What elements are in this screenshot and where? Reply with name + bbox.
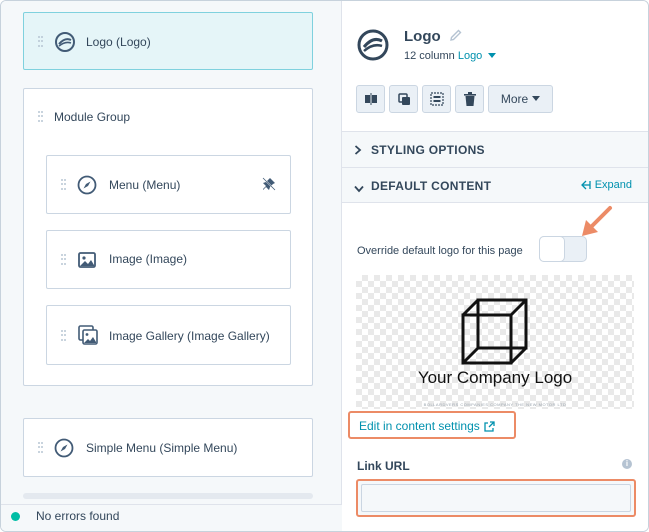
logo-tagline-text: BOLLARDVERS COMPANIES COMPANY THE NEW MO… — [423, 402, 567, 407]
more-menu-button[interactable]: More — [488, 85, 553, 113]
gallery-icon — [77, 324, 99, 346]
annotation-arrow-icon — [582, 206, 612, 236]
logo-preview: Your Company Logo BOLLARDVERS COMPANIES … — [356, 275, 634, 409]
toggle-knob — [539, 236, 565, 262]
module-card-image-gallery[interactable]: Image Gallery (Image Gallery) — [46, 305, 291, 365]
status-ok-icon — [11, 512, 20, 521]
module-subtitle: 12 column Logo — [404, 50, 497, 62]
compass-icon — [54, 438, 74, 458]
default-content-label: DEFAULT CONTENT — [371, 179, 492, 193]
default-content-section[interactable]: DEFAULT CONTENT Expand — [342, 167, 648, 203]
drag-handle-icon[interactable] — [61, 179, 66, 191]
module-card-menu[interactable]: Menu (Menu) — [46, 155, 291, 214]
drag-handle-icon[interactable] — [61, 330, 66, 342]
info-icon[interactable]: i — [622, 459, 632, 469]
editor-window: Logo (Logo) Module Group Menu (Menu) Ima… — [0, 0, 649, 532]
edit-link-label: Edit in content settings — [359, 419, 480, 433]
compass-icon — [77, 175, 97, 195]
status-text: No errors found — [36, 509, 120, 523]
module-card-simple-menu[interactable]: Simple Menu (Simple Menu) — [23, 418, 313, 477]
more-label: More — [500, 92, 529, 106]
module-label-image-gallery: Image Gallery (Image Gallery) — [109, 329, 270, 343]
clone-button[interactable] — [389, 85, 418, 113]
styling-options-label: STYLING OPTIONS — [371, 143, 485, 157]
external-link-icon — [484, 420, 495, 432]
image-icon — [77, 250, 97, 270]
split-column-button[interactable] — [356, 85, 385, 113]
override-logo-label: Override default logo for this page — [357, 245, 523, 257]
status-bar: No errors found — [1, 504, 342, 531]
column-count-text: 12 column — [404, 50, 455, 62]
delete-button[interactable] — [455, 85, 484, 113]
pencil-edit-icon[interactable] — [449, 28, 463, 42]
module-label-image: Image (Image) — [109, 252, 188, 266]
module-group-label: Module Group — [54, 110, 131, 124]
edit-link-highlight: Edit in content settings — [348, 411, 516, 439]
module-label-menu: Menu (Menu) — [109, 178, 181, 192]
module-settings-panel: Logo 12 column Logo More STYLING OPTIONS… — [342, 1, 648, 531]
module-card-image[interactable]: Image (Image) — [46, 230, 291, 289]
override-logo-toggle[interactable] — [539, 236, 587, 262]
module-group[interactable]: Module Group Menu (Menu) Image (Image) I… — [23, 88, 313, 386]
convert-to-global-button[interactable] — [422, 85, 451, 113]
logo-icon — [54, 31, 76, 53]
clone-icon — [397, 93, 410, 105]
horizontal-scrollbar[interactable] — [23, 493, 313, 499]
company-logo-text: Your Company Logo — [417, 368, 573, 387]
expand-icon — [580, 180, 591, 190]
logo-module-icon — [356, 28, 390, 62]
module-tree-panel: Logo (Logo) Module Group Menu (Menu) Ima… — [1, 1, 342, 531]
edit-in-content-settings-link[interactable]: Edit in content settings — [359, 419, 495, 433]
trash-icon — [463, 92, 476, 106]
chevron-right-icon — [354, 144, 362, 158]
module-label-simple-menu: Simple Menu (Simple Menu) — [86, 441, 238, 455]
columns-icon — [364, 93, 377, 105]
drag-handle-icon[interactable] — [38, 111, 43, 123]
chevron-down-icon — [354, 182, 364, 196]
drag-handle-icon[interactable] — [38, 442, 43, 454]
caret-down-icon — [532, 96, 541, 101]
expand-link[interactable]: Expand — [580, 179, 632, 191]
cube-logo-icon — [461, 298, 528, 365]
expand-label: Expand — [594, 179, 632, 191]
styling-options-section[interactable]: STYLING OPTIONS — [342, 131, 648, 167]
module-title: Logo — [404, 28, 441, 45]
module-type-link[interactable]: Logo — [458, 50, 482, 62]
link-url-label: Link URL — [357, 459, 410, 473]
group-icon — [429, 92, 444, 106]
chevron-down-icon[interactable] — [488, 50, 497, 62]
module-label-logo: Logo (Logo) — [86, 35, 151, 49]
link-url-input[interactable] — [356, 479, 636, 517]
drag-handle-icon[interactable] — [38, 36, 43, 48]
module-card-logo[interactable]: Logo (Logo) — [23, 12, 313, 70]
drag-handle-icon[interactable] — [61, 254, 66, 266]
unpin-icon[interactable] — [261, 176, 277, 192]
